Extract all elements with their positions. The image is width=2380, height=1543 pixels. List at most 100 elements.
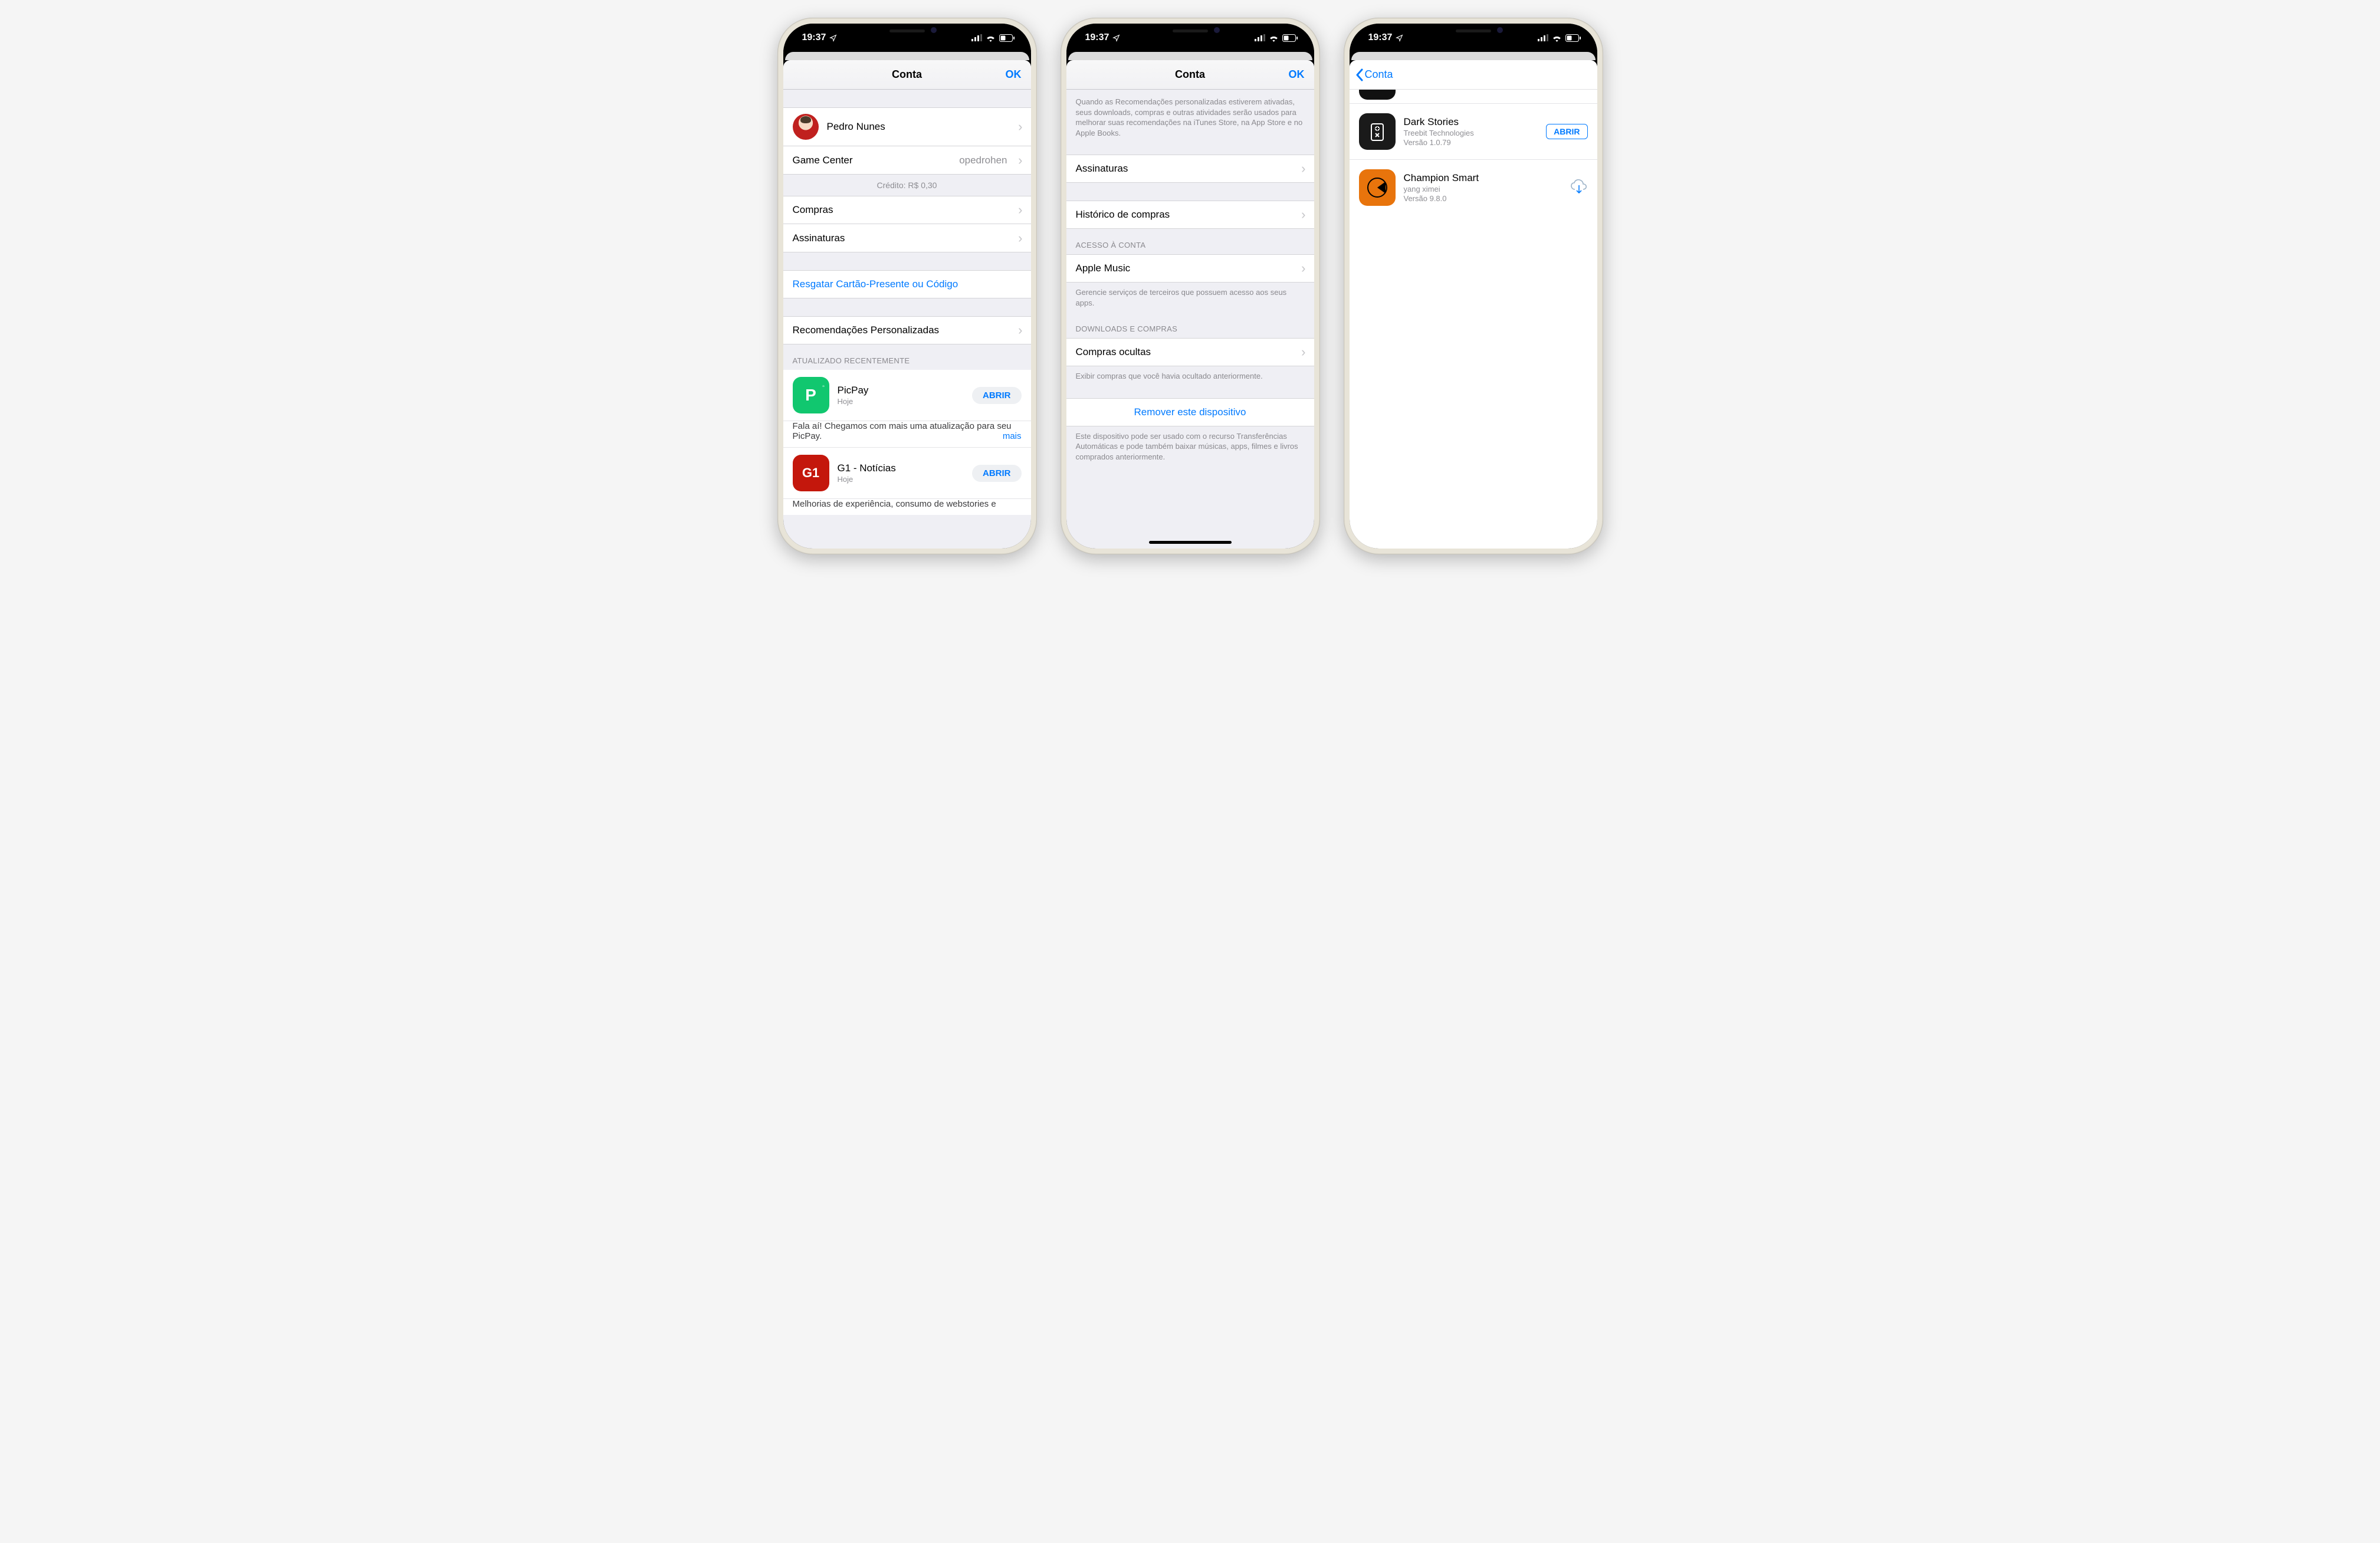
more-link[interactable]: mais [1003,431,1022,441]
app-row-g1[interactable]: G1 G1 - Notícias Hoje ABRIR [783,448,1031,499]
dark-stories-icon [1359,113,1396,150]
card-peek [1351,52,1596,60]
app-developer: Treebit Technologies [1404,129,1538,137]
remove-footer: Este dispositivo pode ser usado com o re… [1066,426,1314,467]
cloud-download-button[interactable] [1570,179,1588,197]
recently-updated-header: ATUALIZADO RECENTEMENTE [783,344,1031,370]
chevron-right-icon: › [1018,323,1022,338]
ok-button[interactable]: OK [1006,68,1022,81]
app-sub: Hoje [838,397,964,406]
open-button[interactable]: ABRIR [972,465,1022,482]
wifi-icon [1552,34,1562,42]
sheet: Conta Dark Stories Treebit Technologies … [1350,60,1597,549]
update-notes: Melhorias de experiência, consumo de web… [783,499,1031,515]
open-button[interactable]: ABRIR [972,387,1022,404]
app-version: Versão 1.0.79 [1404,138,1538,147]
location-icon [1112,34,1120,42]
hidden-footer: Exibir compras que você havia ocultado a… [1066,366,1314,386]
cell-signal-icon [1538,34,1548,41]
app-row-champion-smart[interactable]: Champion Smart yang ximei Versão 9.8.0 [1350,160,1597,215]
chevron-right-icon: › [1301,207,1305,222]
battery-icon [1282,34,1298,42]
game-center-handle: opedrohen [959,155,1007,166]
downloads-header: DOWNLOADS E COMPRAS [1066,313,1314,338]
game-center-row[interactable]: Game Center opedrohen › [783,146,1031,175]
screen: 19:37 Conta [1350,24,1597,549]
chevron-right-icon: › [1301,161,1305,176]
chevron-right-icon: › [1018,119,1022,134]
game-center-label: Game Center [793,155,853,166]
partial-app-row[interactable] [1350,90,1597,104]
notch [1417,24,1529,41]
recs-footer: Quando as Recomendações personalizadas e… [1066,90,1314,143]
nav-title: Conta [1175,68,1205,81]
sheet: Conta OK Pedro Nunes › Game Center opedr… [783,60,1031,549]
wifi-icon [986,34,996,42]
navbar: Conta OK [1066,60,1314,90]
navbar: Conta [1350,60,1597,90]
status-time: 19:37 [802,32,826,43]
card-peek [1068,52,1312,60]
apple-music-row[interactable]: Apple Music › [1066,254,1314,283]
g1-icon: G1 [793,455,829,491]
phone-2: 19:37 Conta OK Quando as Recomendações p… [1061,18,1320,554]
ok-button[interactable]: OK [1289,68,1305,81]
chevron-left-icon [1355,68,1364,81]
card-peek [785,52,1029,60]
home-indicator[interactable] [1149,541,1232,544]
cell-signal-icon [1255,34,1265,41]
app-developer: yang ximei [1404,185,1562,193]
champion-smart-icon [1359,169,1396,206]
purchase-history-row[interactable]: Histórico de compras › [1066,201,1314,229]
app-row-picpay[interactable]: P▫ PicPay Hoje ABRIR [783,370,1031,421]
wifi-icon [1269,34,1279,42]
location-icon [829,34,837,42]
screen: 19:37 Conta OK Quando as Recomendações p… [1066,24,1314,549]
picpay-icon: P▫ [793,377,829,413]
sheet: Conta OK Quando as Recomendações persona… [1066,60,1314,549]
avatar [793,114,819,140]
nav-title: Conta [892,68,922,81]
profile-row[interactable]: Pedro Nunes › [783,107,1031,146]
access-footer: Gerencie serviços de terceiros que possu… [1066,283,1314,313]
phone-3: 19:37 Conta [1344,18,1603,554]
subscriptions-row[interactable]: Assinaturas › [783,224,1031,252]
app-sub: Hoje [838,475,964,484]
scroll-area[interactable]: Pedro Nunes › Game Center opedrohen › Cr… [783,90,1031,549]
chevron-right-icon: › [1018,153,1022,168]
back-button[interactable]: Conta [1355,68,1393,81]
profile-name: Pedro Nunes [827,121,885,133]
remove-device-row[interactable]: Remover este dispositivo [1066,398,1314,426]
status-time: 19:37 [1368,32,1393,43]
battery-icon [1565,34,1581,42]
redeem-row[interactable]: Resgatar Cartão-Presente ou Código [783,270,1031,298]
scroll-area[interactable]: Dark Stories Treebit Technologies Versão… [1350,90,1597,549]
subscriptions-row[interactable]: Assinaturas › [1066,155,1314,183]
status-time: 19:37 [1085,32,1109,43]
app-name: PicPay [838,385,964,396]
app-icon-partial [1359,90,1396,100]
chevron-right-icon: › [1301,344,1305,360]
chevron-right-icon: › [1301,261,1305,276]
app-name: Dark Stories [1404,116,1538,128]
battery-icon [999,34,1015,42]
update-notes: Fala aí! Chegamos com mais uma atualizaç… [783,421,1031,448]
screen: 19:37 Conta OK [783,24,1031,549]
notch [1134,24,1246,41]
scroll-area[interactable]: Quando as Recomendações personalizadas e… [1066,90,1314,549]
app-row-dark-stories[interactable]: Dark Stories Treebit Technologies Versão… [1350,104,1597,160]
personalized-recs-row[interactable]: Recomendações Personalizadas › [783,316,1031,344]
phone-1: 19:37 Conta OK [777,18,1037,554]
open-button[interactable]: ABRIR [1546,124,1587,139]
hidden-purchases-row[interactable]: Compras ocultas › [1066,338,1314,366]
purchases-row[interactable]: Compras › [783,196,1031,224]
location-icon [1396,34,1403,42]
account-access-header: ACESSO À CONTA [1066,229,1314,254]
app-name: G1 - Notícias [838,462,964,474]
credit-label: Crédito: R$ 0,30 [783,175,1031,196]
notch [851,24,963,41]
app-name: Champion Smart [1404,172,1562,184]
chevron-right-icon: › [1018,202,1022,218]
navbar: Conta OK [783,60,1031,90]
app-version: Versão 9.8.0 [1404,194,1562,203]
